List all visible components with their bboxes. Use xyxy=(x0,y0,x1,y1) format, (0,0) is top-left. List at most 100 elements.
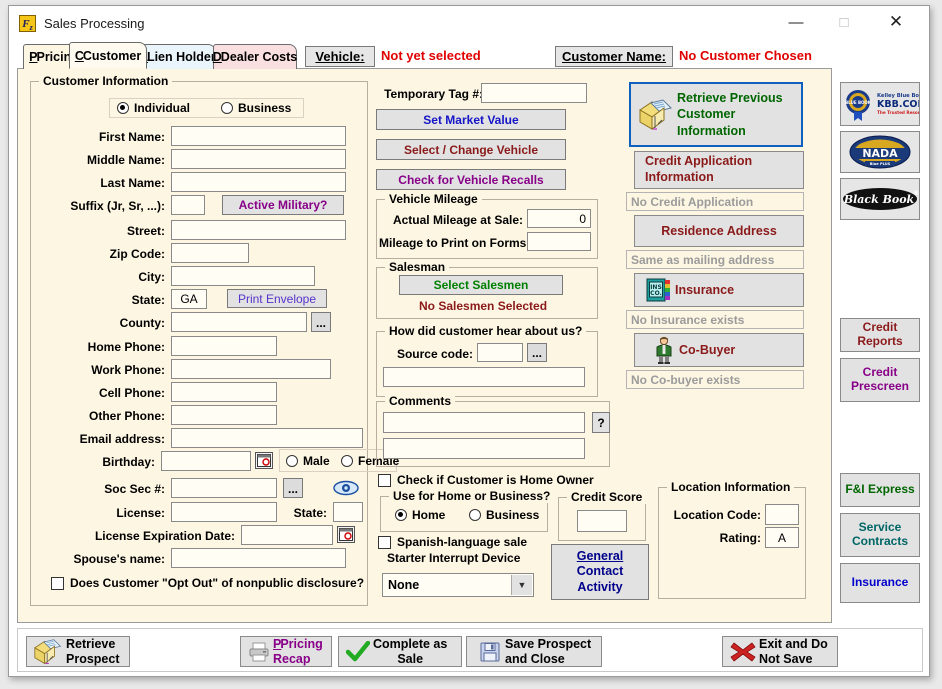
soc-sec-lookup-button[interactable]: ... xyxy=(283,478,303,498)
radio-individual[interactable]: Individual xyxy=(117,101,190,115)
check-vehicle-recalls-button[interactable]: Check for Vehicle Recalls xyxy=(376,169,566,190)
label-spouse-name: Spouse's name: xyxy=(41,552,165,566)
salesman-group: Salesman Select Salesmen No Salesmen Sel… xyxy=(376,267,598,319)
street-input[interactable] xyxy=(171,220,346,240)
minimize-button[interactable]: — xyxy=(773,6,819,38)
state-input[interactable]: GA xyxy=(171,289,207,309)
insurance-button[interactable]: INS CO. Insurance xyxy=(634,273,804,307)
customer-name-label[interactable]: Customer Name: xyxy=(555,46,673,67)
kbb-logo-button[interactable]: BLUE BOOK Kelley Blue Book KBB.COM The T… xyxy=(840,82,920,126)
license-state-input[interactable] xyxy=(333,502,363,522)
license-input[interactable] xyxy=(171,502,277,522)
radio-male[interactable]: Male xyxy=(286,454,330,468)
source-group: How did customer hear about us? Source c… xyxy=(376,331,598,397)
work-phone-input[interactable] xyxy=(171,359,331,379)
home-phone-input[interactable] xyxy=(171,336,277,356)
fi-express-button[interactable]: F&I Express xyxy=(840,473,920,507)
opt-out-checkbox-box xyxy=(51,577,64,590)
credit-reports-button[interactable]: Credit Reports xyxy=(840,318,920,352)
radio-use-business[interactable]: Business xyxy=(469,508,539,522)
maximize-button[interactable]: □ xyxy=(821,6,867,38)
license-expiration-input[interactable] xyxy=(241,525,333,545)
complete-as-sale-line-2: Sale xyxy=(373,652,447,666)
gca-line-2: Contact xyxy=(577,564,624,580)
close-button[interactable]: ✕ xyxy=(873,6,919,38)
comments-line-2-input[interactable] xyxy=(383,438,585,459)
opt-out-checkbox[interactable]: Does Customer "Opt Out" of nonpublic dis… xyxy=(51,576,364,590)
middle-name-input[interactable] xyxy=(171,149,346,169)
label-suffix: Suffix (Jr, Sr, ...): xyxy=(31,199,165,213)
source-code-lookup-button[interactable]: ... xyxy=(527,343,547,362)
calendar-icon-2[interactable] xyxy=(337,526,355,543)
label-county: County: xyxy=(41,316,165,330)
credit-app-line-1: Credit Application xyxy=(645,154,752,170)
radio-business[interactable]: Business xyxy=(221,101,291,115)
first-name-input[interactable] xyxy=(171,126,346,146)
credit-prescreen-button[interactable]: Credit Prescreen xyxy=(840,358,920,402)
co-buyer-button[interactable]: Co-Buyer xyxy=(634,333,804,367)
active-military-button[interactable]: Active Military? xyxy=(222,195,344,215)
radio-male-dot xyxy=(286,455,298,467)
tab-lien-holder[interactable]: LLien Holder xyxy=(140,44,216,69)
label-home-phone: Home Phone: xyxy=(41,340,165,354)
city-input[interactable] xyxy=(171,266,315,286)
starter-interrupt-select[interactable]: None ▼ xyxy=(382,573,534,597)
spouse-name-input[interactable] xyxy=(171,548,346,568)
insurance-side-button[interactable]: Insurance xyxy=(840,563,920,603)
label-location-code: Location Code: xyxy=(663,508,761,522)
actual-mileage-input[interactable]: 0 xyxy=(527,209,591,228)
source-description-input[interactable] xyxy=(383,367,585,387)
tab-customer[interactable]: CCustomer xyxy=(69,42,147,69)
eye-reveal-icon[interactable] xyxy=(331,478,361,497)
temporary-tag-input[interactable] xyxy=(481,83,587,103)
set-market-value-button[interactable]: Set Market Value xyxy=(376,109,566,130)
last-name-input[interactable] xyxy=(171,172,346,192)
residence-address-button[interactable]: Residence Address xyxy=(634,215,804,247)
birthday-input[interactable] xyxy=(161,451,251,471)
county-input[interactable] xyxy=(171,312,307,332)
spanish-language-checkbox[interactable]: Spanish-language sale xyxy=(378,535,527,549)
comments-help-button[interactable]: ? xyxy=(592,412,610,433)
credit-score-title: Credit Score xyxy=(567,490,646,504)
comments-line-1-input[interactable] xyxy=(383,412,585,433)
select-salesmen-button[interactable]: Select Salesmen xyxy=(399,275,563,295)
other-phone-input[interactable] xyxy=(171,405,277,425)
location-code-input[interactable] xyxy=(765,504,799,525)
credit-application-information-button[interactable]: Credit Application Information xyxy=(634,151,804,189)
soc-sec-input[interactable] xyxy=(171,478,277,498)
chevron-down-icon[interactable]: ▼ xyxy=(511,575,532,595)
complete-as-sale-line-1: Complete as xyxy=(373,637,447,651)
radio-business-dot xyxy=(221,102,233,114)
general-contact-activity-button[interactable]: General Contact Activity xyxy=(551,544,649,600)
suffix-input[interactable] xyxy=(171,195,205,215)
label-other-phone: Other Phone: xyxy=(41,409,165,423)
exit-and-do-not-save-button[interactable]: Exit and Do Not Save xyxy=(722,636,838,667)
calendar-icon[interactable] xyxy=(255,452,273,469)
vehicle-mileage-group: Vehicle Mileage Actual Mileage at Sale: … xyxy=(376,199,598,259)
select-change-vehicle-button[interactable]: Select / Change Vehicle xyxy=(376,139,566,160)
mileage-print-input[interactable] xyxy=(527,232,591,251)
source-title: How did customer hear about us? xyxy=(385,324,586,338)
label-state: State: xyxy=(41,293,165,307)
service-contracts-button[interactable]: Service Contracts xyxy=(840,513,920,557)
credit-score-input[interactable] xyxy=(577,510,627,532)
email-address-input[interactable] xyxy=(171,428,363,448)
zip-code-input[interactable] xyxy=(171,243,249,263)
home-owner-checkbox[interactable]: Check if Customer is Home Owner xyxy=(378,473,594,487)
save-prospect-and-close-button[interactable]: Save Prospect and Close xyxy=(466,636,602,667)
complete-as-sale-button[interactable]: Complete as Sale xyxy=(338,636,462,667)
retrieve-previous-customer-button[interactable]: Retrieve Previous Customer Information xyxy=(630,83,802,146)
radio-use-home[interactable]: Home xyxy=(395,508,445,522)
customer-name-status: No Customer Chosen xyxy=(679,48,812,63)
black-book-logo-button[interactable]: Black Book ® xyxy=(840,178,920,220)
pricing-recap-button[interactable]: PPricing Recap xyxy=(240,636,332,667)
nada-logo-button[interactable]: NADA Blue PLUS xyxy=(840,131,920,173)
source-code-input[interactable] xyxy=(477,343,523,362)
rating-input[interactable]: A xyxy=(765,527,799,548)
print-envelope-button[interactable]: Print Envelope xyxy=(227,289,327,308)
cell-phone-input[interactable] xyxy=(171,382,277,402)
label-temporary-tag: Temporary Tag #: xyxy=(373,87,483,101)
retrieve-prospect-button[interactable]: Retrieve Prospect xyxy=(26,636,130,667)
county-lookup-button[interactable]: ... xyxy=(311,312,331,332)
tab-dealer-costs[interactable]: DDealer Costs xyxy=(213,44,297,69)
